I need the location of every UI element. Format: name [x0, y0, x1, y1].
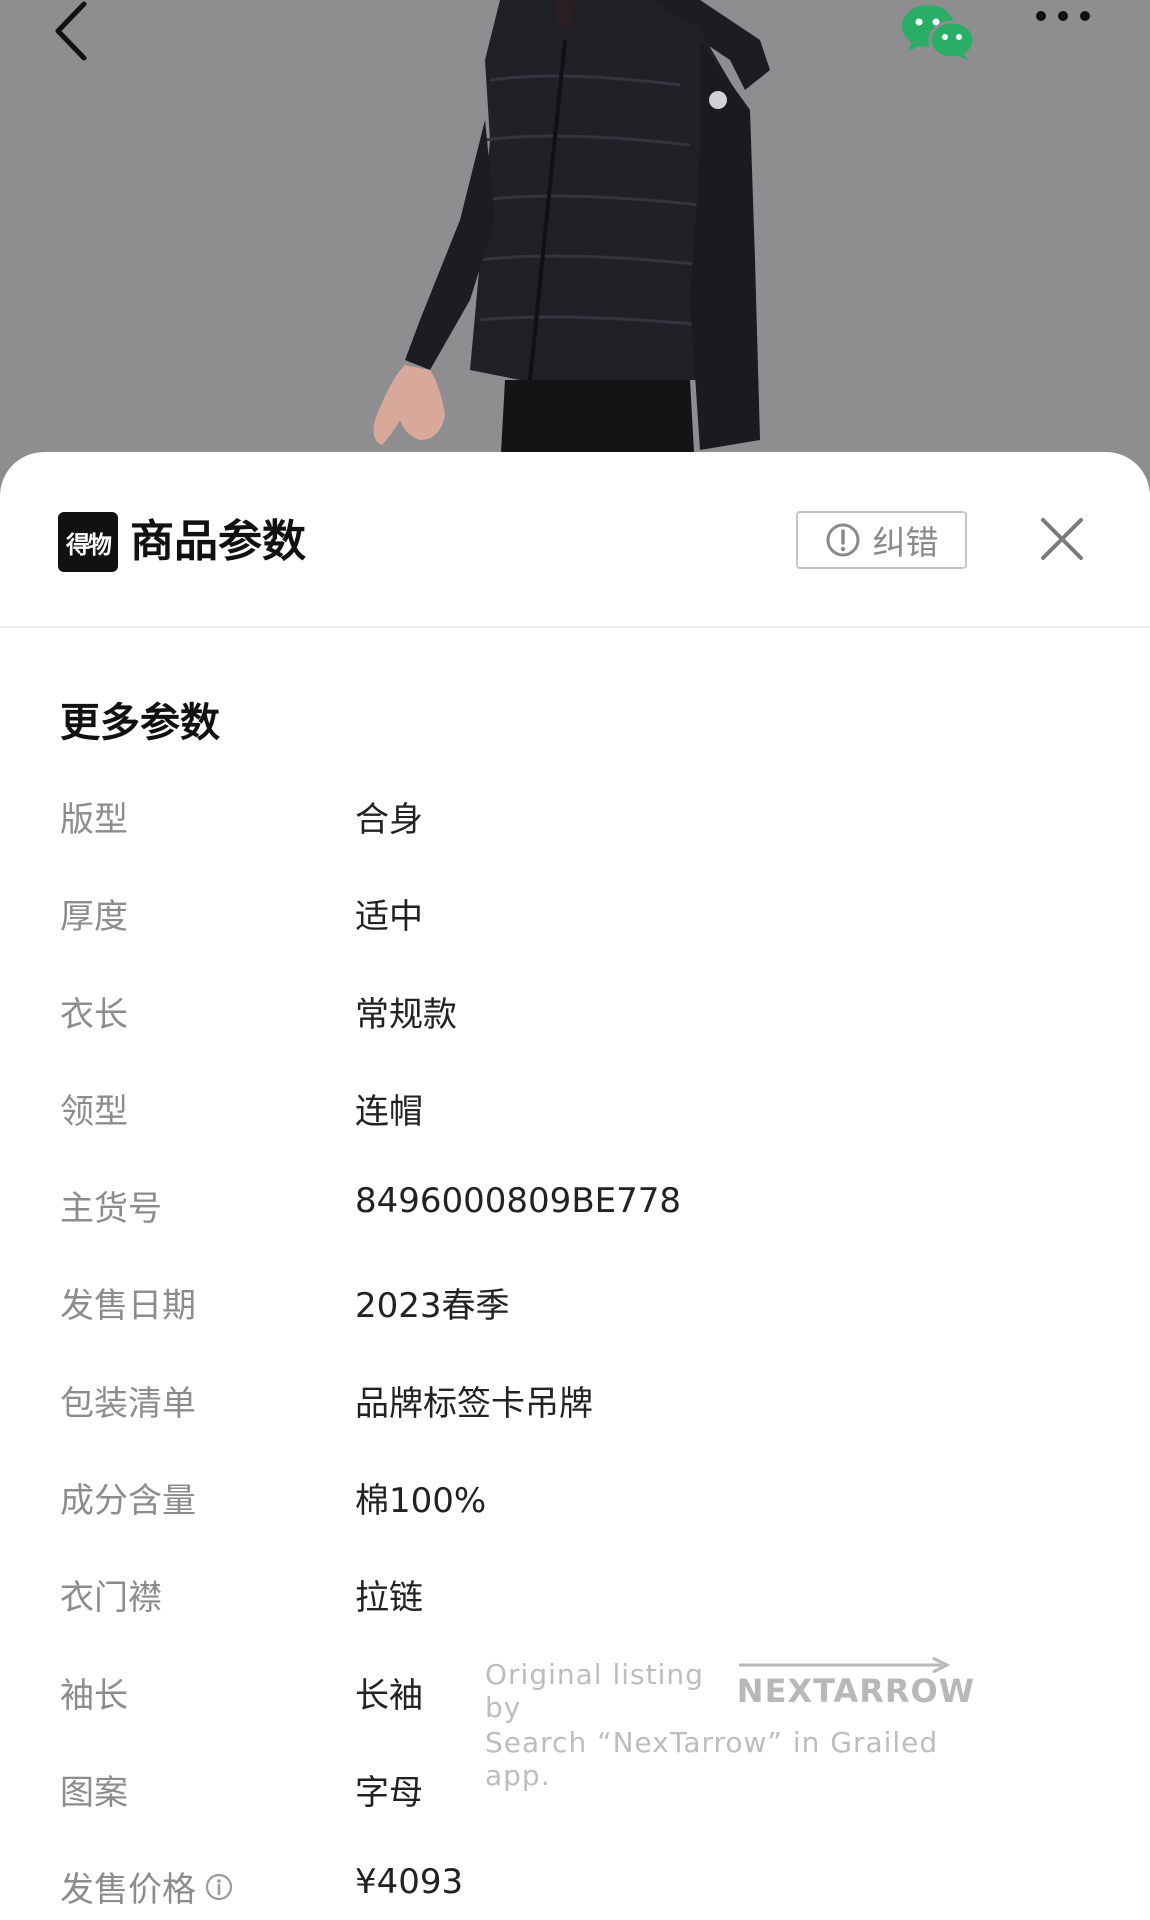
param-value: 2023春季	[355, 1286, 510, 1327]
param-label: 图案	[60, 1772, 128, 1813]
param-value: 连帽	[355, 1091, 423, 1132]
dewu-logo: 得物	[58, 512, 118, 572]
watermark-prefix: Original listing by	[485, 1658, 704, 1724]
param-row: 版型 合身	[0, 792, 1150, 889]
watermark-line2: Search “NexTarrow” in Grailed app.	[485, 1726, 939, 1792]
param-value: 品牌标签卡吊牌	[355, 1383, 593, 1424]
param-label: 成分含量	[60, 1481, 196, 1522]
param-label-text: 发售价格	[60, 1870, 196, 1911]
wechat-icon	[902, 5, 976, 60]
param-row: 主货号 8496000809BE778	[0, 1181, 1150, 1278]
param-value: 棉100%	[355, 1481, 487, 1522]
alert-circle-icon	[826, 523, 859, 557]
param-label: 主货号	[60, 1189, 162, 1230]
param-value: 拉链	[355, 1578, 423, 1619]
report-error-label: 纠错	[872, 523, 939, 562]
param-row: 衣门襟 拉链	[0, 1570, 1150, 1667]
param-value: 合身	[355, 800, 423, 840]
param-row: 厚度 适中	[0, 889, 1150, 986]
more-dots-icon	[1036, 11, 1090, 21]
param-label: 衣门襟	[60, 1578, 162, 1619]
close-button[interactable]	[1035, 512, 1089, 566]
param-value: 适中	[355, 897, 423, 938]
back-button[interactable]	[50, 0, 120, 70]
watermark-brand: NEXTARROW	[736, 1656, 975, 1710]
param-label: 厚度	[60, 897, 128, 938]
section-title: 更多参数	[60, 700, 220, 746]
brand-logo-text: 得物	[66, 530, 112, 559]
param-label: 发售日期	[60, 1286, 196, 1327]
param-row: 包装清单 品牌标签卡吊牌	[0, 1376, 1150, 1473]
watermark-line1: Original listing by NEXTARROW	[485, 1656, 975, 1724]
jacket-model-image	[373, 0, 770, 470]
close-icon	[1041, 518, 1083, 560]
param-row: 衣长 常规款	[0, 987, 1150, 1084]
sheet-header: 得物 商品参数 纠错	[0, 452, 1150, 628]
info-icon[interactable]	[204, 1872, 234, 1902]
watermark-brand-text: NEXTARROW	[736, 1672, 975, 1710]
param-value: ¥4093	[355, 1862, 464, 1903]
param-label-with-info: 发售价格	[60, 1862, 234, 1911]
report-error-button[interactable]: 纠错	[796, 511, 967, 569]
product-photo[interactable]	[0, 0, 1150, 470]
param-label: 领型	[60, 1091, 128, 1132]
param-row: 发售日期 2023春季	[0, 1278, 1150, 1375]
param-value: 8496000809BE778	[355, 1181, 682, 1222]
param-value: 字母	[355, 1772, 423, 1813]
param-row: 领型 连帽	[0, 1084, 1150, 1181]
watermark: Original listing by NEXTARROW Search “Ne…	[485, 1656, 975, 1792]
param-label: 版型	[60, 800, 128, 840]
param-label: 袖长	[60, 1675, 128, 1716]
param-value: 长袖	[355, 1675, 423, 1716]
screen: 得物 商品参数 纠错 更多参数 版型 合身 厚度 适中 衣长 常规款 领型 连帽…	[0, 0, 1150, 1920]
arrow-icon	[738, 1656, 951, 1674]
wechat-share-button[interactable]	[900, 2, 980, 68]
param-label: 衣长	[60, 994, 128, 1035]
sheet-title: 商品参数	[130, 516, 306, 567]
param-label: 包装清单	[60, 1383, 196, 1424]
back-arrow-icon	[55, 1, 87, 61]
param-value: 常规款	[355, 994, 457, 1035]
param-row: 发售价格 ¥4093	[0, 1862, 1150, 1920]
more-button[interactable]	[1035, 10, 1105, 60]
param-row: 成分含量 棉100%	[0, 1473, 1150, 1570]
